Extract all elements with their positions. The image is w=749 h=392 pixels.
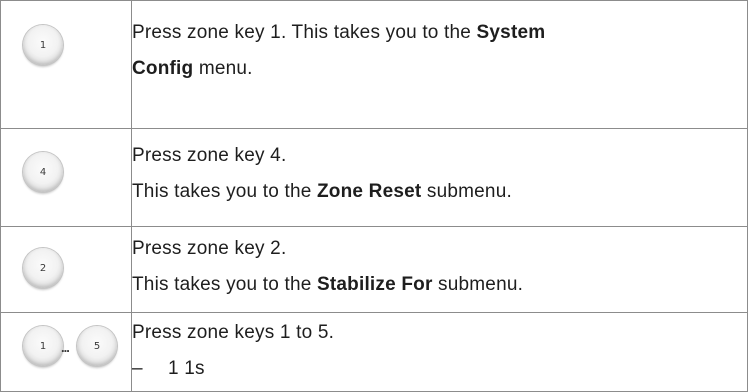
zone-key-4-icon: 4 (23, 152, 63, 192)
step-text: Press zone key 1. This takes you to the … (131, 0, 748, 129)
key-cell: 1 (0, 0, 132, 129)
key-cell: 4 (0, 128, 132, 227)
table-row: 2 Press zone key 2. This takes you to th… (0, 226, 748, 313)
range-ellipsis: ... (61, 340, 70, 355)
table-row: 1 ... 5 Press zone keys 1 to 5. –1 1s (0, 312, 748, 392)
step-line: This takes you to the Zone Reset submenu… (132, 181, 512, 202)
step-line: Press zone key 2. (132, 238, 287, 259)
menu-name: Zone Reset (317, 181, 422, 202)
zone-key-5-icon: 5 (77, 326, 117, 366)
step-line: –1 1s (132, 351, 747, 387)
menu-name: Stabilize For (317, 274, 433, 295)
step-line: This takes you to the Stabilize For subm… (132, 274, 524, 295)
step-text: Press zone key 4. This takes you to the … (131, 128, 748, 227)
step-line: Press zone key 1. This takes you to the … (132, 22, 546, 43)
procedure-table: 1 Press zone key 1. This takes you to th… (0, 0, 748, 392)
step-line: Press zone key 4. (132, 145, 287, 166)
step-text: Press zone key 2. This takes you to the … (131, 226, 748, 313)
step-text: Press zone keys 1 to 5. –1 1s (131, 312, 748, 392)
zone-key-1-icon: 1 (23, 25, 63, 65)
table-row: 4 Press zone key 4. This takes you to th… (0, 128, 748, 227)
step-line: Config menu. (132, 58, 253, 79)
menu-name: Config (132, 58, 194, 79)
step-line: Press zone keys 1 to 5. (132, 322, 335, 343)
zone-key-1-icon: 1 (23, 326, 63, 366)
menu-name: System (476, 22, 546, 43)
key-cell: 1 ... 5 (0, 312, 132, 392)
zone-key-2-icon: 2 (23, 248, 63, 288)
key-cell: 2 (0, 226, 132, 313)
list-dash: – (132, 358, 143, 379)
table-row: 1 Press zone key 1. This takes you to th… (0, 0, 748, 129)
